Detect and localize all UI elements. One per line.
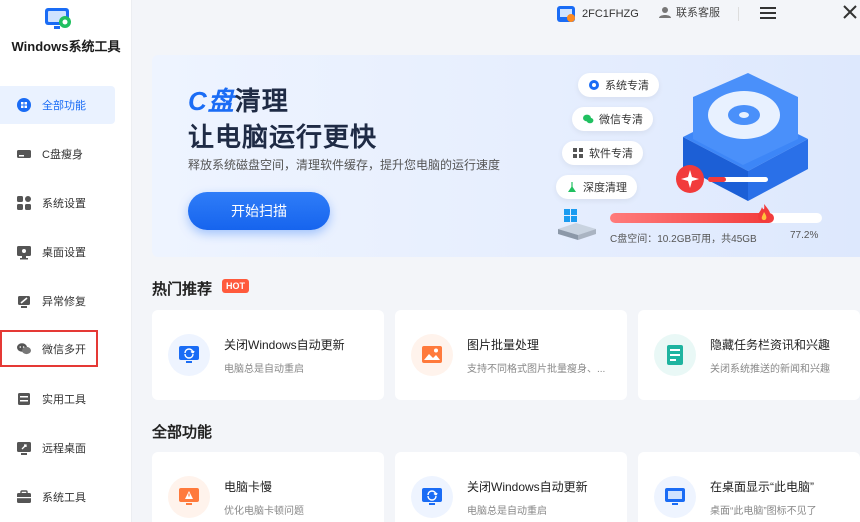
apps-icon [573,148,583,158]
sidebar-item-label: 全部功能 [42,100,86,112]
wechat-icon [16,341,32,357]
divider [738,7,739,21]
chip-deep-clean[interactable]: 深度清理 [556,175,637,199]
grid-home-icon [16,97,32,113]
section-title-all: 全部功能 [152,424,213,441]
sidebar-item-label: 微信多开 [42,343,86,356]
disk-usage-percent: 77.2% [790,230,819,241]
banner-subtitle: 释放系统磁盘空间，清理软件缓存，提升您电脑的运行速度 [188,158,501,172]
account-name: 2FC1FHZG [582,8,639,20]
sidebar-item-label: 异常修复 [42,296,86,308]
card-title: 在桌面显示“此电脑” [710,480,814,494]
card-desc: 电脑总是自动重启 [224,364,304,375]
headset-user-icon [659,7,671,18]
card-hide-taskbar-news[interactable]: 隐藏任务栏资讯和兴趣 关闭系统推送的新闻和兴趣 [638,310,860,400]
c-drive-clean-banner: C盘清理 让电脑运行更快 释放系统磁盘空间，清理软件缓存，提升您电脑的运行速度 … [152,55,860,257]
card-desc: 优化电脑卡顿问题 [224,506,304,517]
toolbox-icon [16,391,32,407]
disk-space-text: C盘空间：10.2GB可用，共45GB [610,234,757,245]
warning-monitor-icon [168,476,210,518]
drive-icon [16,146,32,162]
card-title: 隐藏任务栏资讯和兴趣 [710,338,831,352]
chip-system-clean[interactable]: 系统专清 [578,73,659,97]
repair-icon [16,293,32,309]
sidebar-item-label: 桌面设置 [42,247,86,259]
sidebar-item-desktop-settings[interactable]: 桌面设置 [0,233,115,271]
sidebar-item-wechat-multi[interactable]: 微信多开 [0,330,98,367]
account-info[interactable]: 2FC1FHZG [556,4,639,24]
desktop-icon [16,244,32,260]
chip-wechat-clean[interactable]: 微信专清 [572,107,653,131]
menu-icon[interactable] [758,4,778,22]
card-pc-slow[interactable]: 电脑卡慢 优化电脑卡顿问题 [152,452,384,522]
sidebar-item-repair[interactable]: 异常修复 [0,282,115,320]
chip-software-clean[interactable]: 软件专清 [562,141,643,165]
card-desc: 关闭系统推送的新闻和兴趣 [710,364,830,375]
briefcase-icon [16,489,32,505]
sidebar-item-label: 实用工具 [42,394,86,406]
sidebar-item-c-drive[interactable]: C盘瘦身 [0,135,115,173]
contact-service-label: 联系客服 [676,7,720,19]
settings-grid-icon [16,195,32,211]
card-disable-windows-update[interactable]: 关闭Windows自动更新 电脑总是自动重启 [152,310,384,400]
banner-title-line2: 让电脑运行更快 [188,122,378,152]
close-icon[interactable] [841,3,859,21]
sidebar-item-label: 远程桌面 [42,443,86,455]
sidebar-item-system-settings[interactable]: 系统设置 [0,184,115,222]
banner-title: C盘清理 [188,86,289,116]
sidebar-item-label: 系统设置 [42,198,86,210]
app-title: Windows系统工具 [11,39,121,54]
sidebar-item-label: C盘瘦身 [42,149,83,161]
sidebar: Windows系统工具 全部功能 C盘瘦身 系统设置 桌面设置 异常修复 微信多 [0,0,132,522]
avatar [557,6,575,22]
windows-disk-icon [558,209,596,240]
broom-icon [568,182,576,192]
disk-usage-fill [610,213,774,223]
hot-badge: HOT [222,279,249,293]
this-pc-icon [654,476,696,518]
wechat-icon [583,114,594,124]
card-disable-windows-update-2[interactable]: 关闭Windows自动更新 电脑总是自动重启 [395,452,627,522]
sidebar-item-label: 系统工具 [42,492,86,504]
monitor-refresh-icon [168,334,210,376]
card-desc: 支持不同格式图片批量瘦身、... [467,364,606,375]
top-bar: 2FC1FHZG 联系客服 [132,0,860,30]
card-title: 电脑卡慢 [224,480,273,494]
disk-usage-bar [610,213,822,223]
card-title: 关闭Windows自动更新 [224,338,345,352]
card-desc: 桌面“此电脑”图标不见了 [710,506,817,517]
disk-usage: C盘空间：10.2GB可用，共45GB 77.2% [556,204,846,247]
sidebar-item-system-tools[interactable]: 系统工具 [0,478,115,516]
hard-drive-illustration [676,73,808,201]
app-logo-icon [45,8,71,29]
sidebar-item-all-features[interactable]: 全部功能 [0,86,115,124]
flame-icon [758,204,771,222]
section-title-hot: 热门推荐 [152,281,213,298]
sidebar-item-utilities[interactable]: 实用工具 [0,380,115,418]
remote-icon [16,440,32,456]
sidebar-item-remote-desktop[interactable]: 远程桌面 [0,429,115,467]
card-batch-image[interactable]: 图片批量处理 支持不同格式图片批量瘦身、... [395,310,627,400]
card-title: 关闭Windows自动更新 [467,480,588,494]
card-title: 图片批量处理 [467,338,540,352]
card-show-this-pc[interactable]: 在桌面显示“此电脑” 桌面“此电脑”图标不见了 [638,452,860,522]
start-scan-button[interactable]: 开始扫描 [188,192,330,230]
news-icon [654,334,696,376]
gear-icon [589,80,599,90]
image-icon [411,334,453,376]
monitor-refresh-icon [411,476,453,518]
card-desc: 电脑总是自动重启 [467,506,547,517]
contact-service-button[interactable]: 联系客服 [658,4,720,20]
